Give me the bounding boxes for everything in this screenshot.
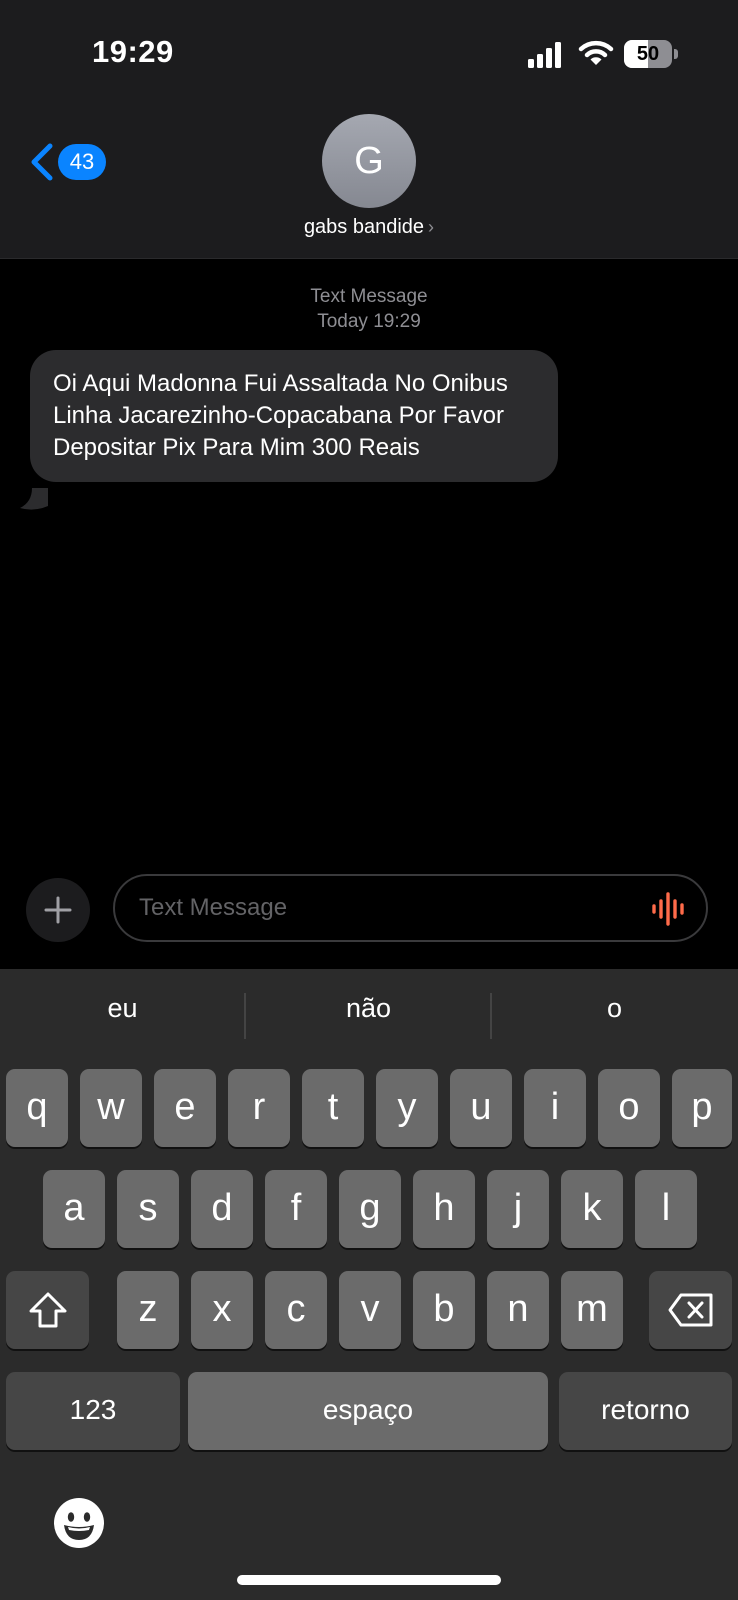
- key-q[interactable]: q: [6, 1069, 68, 1147]
- shift-icon: [29, 1292, 67, 1328]
- key-l[interactable]: l: [635, 1170, 697, 1248]
- bubble-tail: [20, 488, 48, 510]
- incoming-message-bubble[interactable]: Oi Aqui Madonna Fui Assaltada No Onibus …: [30, 350, 558, 482]
- emoji-icon[interactable]: [52, 1496, 106, 1550]
- chevron-right-icon: ›: [428, 217, 435, 237]
- battery-percent: 50: [636, 43, 660, 65]
- key-v[interactable]: v: [339, 1271, 401, 1349]
- key-m[interactable]: m: [561, 1271, 623, 1349]
- key-i[interactable]: i: [524, 1069, 586, 1147]
- return-key[interactable]: retorno: [559, 1372, 732, 1450]
- backspace-icon: [668, 1293, 713, 1327]
- unread-count-badge: 43: [58, 144, 106, 180]
- signal-icon: [528, 42, 561, 68]
- add-attachment-button[interactable]: [26, 878, 90, 942]
- contact-name-button[interactable]: gabs bandide ›: [0, 216, 738, 246]
- contact-avatar[interactable]: G: [322, 114, 416, 208]
- back-button[interactable]: 43: [28, 140, 108, 184]
- key-j[interactable]: j: [487, 1170, 549, 1248]
- contact-name: gabs bandide: [303, 216, 425, 238]
- key-k[interactable]: k: [561, 1170, 623, 1248]
- conversation-header: 19:29 50 43 G gabs bandide ›: [0, 0, 738, 259]
- key-g[interactable]: g: [339, 1170, 401, 1248]
- shift-key[interactable]: [6, 1271, 89, 1349]
- suggestion-1[interactable]: eu: [0, 969, 245, 1039]
- key-b[interactable]: b: [413, 1271, 475, 1349]
- message-meta: Text Message Today 19:29: [0, 284, 738, 334]
- numbers-key[interactable]: 123: [6, 1372, 180, 1450]
- key-w[interactable]: w: [80, 1069, 142, 1147]
- key-d[interactable]: d: [191, 1170, 253, 1248]
- key-u[interactable]: u: [450, 1069, 512, 1147]
- message-type-label: Text Message: [310, 286, 428, 307]
- key-t[interactable]: t: [302, 1069, 364, 1147]
- message-input-field[interactable]: [113, 874, 708, 942]
- voice-waveform-icon[interactable]: [651, 892, 687, 926]
- key-o[interactable]: o: [598, 1069, 660, 1147]
- key-e[interactable]: e: [154, 1069, 216, 1147]
- suggestion-bar: eu não o: [0, 969, 738, 1039]
- delete-key[interactable]: [649, 1271, 732, 1349]
- message-timestamp: Today 19:29: [317, 311, 421, 332]
- key-s[interactable]: s: [117, 1170, 179, 1248]
- plus-icon: [44, 896, 72, 924]
- key-a[interactable]: a: [43, 1170, 105, 1248]
- wifi-icon: [578, 40, 614, 65]
- chevron-left-icon: [31, 143, 53, 181]
- key-n[interactable]: n: [487, 1271, 549, 1349]
- key-x[interactable]: x: [191, 1271, 253, 1349]
- key-z[interactable]: z: [117, 1271, 179, 1349]
- suggestion-2[interactable]: não: [246, 969, 491, 1039]
- key-h[interactable]: h: [413, 1170, 475, 1248]
- key-y[interactable]: y: [376, 1069, 438, 1147]
- space-key[interactable]: espaço: [188, 1372, 548, 1450]
- keyboard: eu não o q w e r t y u i o p a s d f g h…: [0, 969, 738, 1600]
- battery-icon: 50: [624, 40, 678, 68]
- key-r[interactable]: r: [228, 1069, 290, 1147]
- home-indicator: [237, 1575, 501, 1585]
- key-f[interactable]: f: [265, 1170, 327, 1248]
- message-input[interactable]: [139, 888, 619, 928]
- key-c[interactable]: c: [265, 1271, 327, 1349]
- key-p[interactable]: p: [672, 1069, 732, 1147]
- status-time: 19:29: [92, 34, 174, 69]
- suggestion-3[interactable]: o: [492, 969, 737, 1039]
